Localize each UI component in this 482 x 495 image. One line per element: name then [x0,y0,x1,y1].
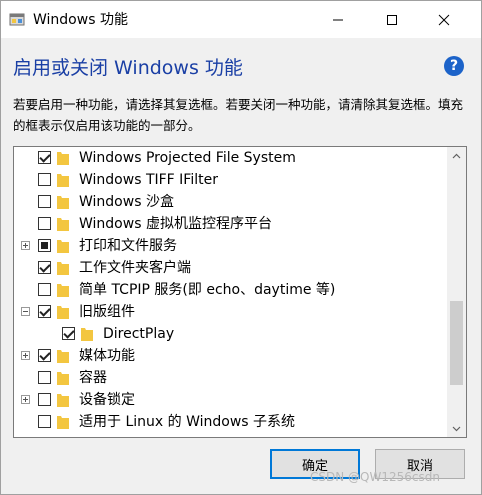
collapse-minus-icon[interactable] [21,307,30,316]
feature-checkbox[interactable] [38,305,51,318]
feature-row[interactable]: 打印和文件服务 [14,235,446,257]
minimize-icon [333,19,343,20]
feature-row[interactable]: 媒体功能 [14,345,446,367]
feature-checkbox[interactable] [38,261,51,274]
feature-label: 工作文件夹客户端 [79,260,191,276]
feature-label: Windows TIFF IFilter [79,172,218,188]
feature-row[interactable]: 容器 [14,367,446,389]
feature-row[interactable]: DirectPlay [14,323,446,345]
feature-row[interactable]: Windows Projected File System [14,147,446,169]
scroll-up-button[interactable] [447,147,466,164]
feature-checkbox[interactable] [38,349,51,362]
feature-row[interactable]: 简单 TCPIP 服务(即 echo、daytime 等) [14,279,446,301]
folder-icon [57,306,69,319]
scroll-thumb[interactable] [450,301,463,385]
dialog-heading: 启用或关闭 Windows 功能 [13,57,243,79]
expand-plus-icon[interactable] [21,351,30,360]
folder-icon [57,416,69,429]
windows-features-app-icon [9,13,25,26]
windows-features-dialog: Windows 功能 启用或关闭 Windows 功能 ? 若要启用一种功能，请… [0,0,482,495]
feature-row[interactable]: Windows 虚拟机监控程序平台 [14,213,446,235]
folder-icon [57,262,69,275]
feature-label: 容器 [79,370,107,386]
feature-label: DirectPlay [103,326,175,342]
feature-checkbox[interactable] [38,239,51,252]
window-title: Windows 功能 [33,12,128,28]
expand-plus-icon[interactable] [21,241,30,250]
folder-icon [57,174,69,187]
feature-checkbox[interactable] [38,173,51,186]
feature-row[interactable]: Windows 沙盒 [14,191,446,213]
expand-plus-icon[interactable] [21,395,30,404]
feature-checkbox[interactable] [38,283,51,296]
feature-label: 旧版组件 [79,304,135,320]
watermark-text: CSDN @QW1256csdn [310,470,440,484]
feature-row[interactable]: 工作文件夹客户端 [14,257,446,279]
help-icon[interactable]: ? [444,56,464,76]
folder-icon [57,284,69,297]
feature-label: 设备锁定 [79,392,135,408]
feature-checkbox[interactable] [38,393,51,406]
folder-icon [81,328,93,341]
maximize-icon [387,14,397,25]
feature-label: 打印和文件服务 [79,238,177,254]
feature-label: Windows Projected File System [79,150,296,166]
feature-checkbox[interactable] [38,415,51,428]
feature-tree[interactable]: Windows Projected File System Windows TIF… [13,146,467,438]
feature-label: Windows 虚拟机监控程序平台 [79,216,272,232]
scroll-down-button[interactable] [447,420,466,437]
close-icon [438,14,450,25]
feature-checkbox[interactable] [38,195,51,208]
feature-row[interactable]: Windows TIFF IFilter [14,169,446,191]
chevron-down-icon [452,426,461,431]
feature-label: 简单 TCPIP 服务(即 echo、daytime 等) [79,282,336,298]
feature-row[interactable]: 旧版组件 [14,301,446,323]
minimize-button[interactable] [315,1,361,38]
feature-row[interactable]: 适用于 Linux 的 Windows 子系统 [14,411,446,433]
chevron-up-icon [452,153,461,158]
feature-checkbox[interactable] [38,151,51,164]
folder-icon [57,196,69,209]
folder-icon [57,372,69,385]
folder-icon [57,394,69,407]
dialog-description: 若要启用一种功能，请选择其复选框。若要关闭一种功能，请清除其复选框。填充的框表示… [13,97,464,133]
feature-label: 媒体功能 [79,348,135,364]
vertical-scrollbar[interactable] [447,147,466,437]
title-bar: Windows 功能 [1,1,481,38]
folder-icon [57,350,69,363]
feature-label: Windows 沙盒 [79,194,174,210]
feature-row[interactable]: 设备锁定 [14,389,446,411]
feature-checkbox[interactable] [62,327,75,340]
feature-checkbox[interactable] [38,371,51,384]
folder-icon [57,218,69,231]
close-button[interactable] [421,1,467,38]
feature-checkbox[interactable] [38,217,51,230]
folder-icon [57,152,69,165]
maximize-button[interactable] [369,1,415,38]
folder-icon [57,240,69,253]
feature-label: 适用于 Linux 的 Windows 子系统 [79,414,296,430]
